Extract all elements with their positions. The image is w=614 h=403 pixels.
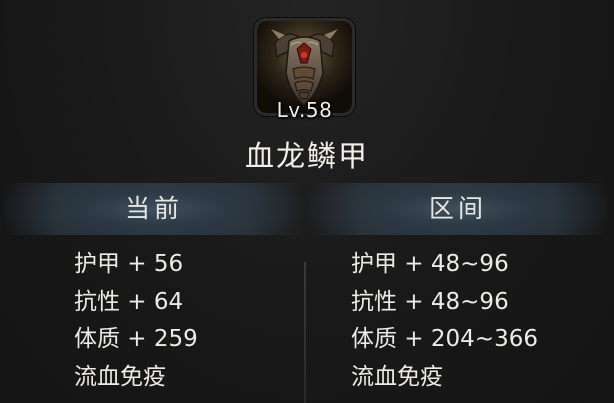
current-stat-armor: 护甲 + 56 <box>74 251 184 277</box>
current-stat-constitution: 体质 + 259 <box>74 326 198 352</box>
current-stat-resistance: 抗性 + 64 <box>74 288 184 315</box>
range-stat-constitution: 体质 + 204~366 <box>351 326 538 352</box>
range-stat-resistance: 抗性 + 48~96 <box>351 288 509 315</box>
current-stat-bleed-immunity: 流血免疫 <box>74 363 166 390</box>
range-stat-armor: 护甲 + 48~96 <box>351 251 509 277</box>
current-section-title: 当前 <box>124 194 183 223</box>
range-section-title: 区间 <box>428 194 487 223</box>
column-divider <box>304 262 306 403</box>
range-stat-list: 护甲 + 48~96 抗性 + 48~96 体质 + 204~366 流血免疫 <box>351 246 538 396</box>
range-section-header: 区间 <box>308 183 608 235</box>
range-stat-bleed-immunity: 流血免疫 <box>351 363 443 390</box>
current-section-header: 当前 <box>4 183 304 235</box>
item-name: 血龙鳞甲 <box>244 139 369 173</box>
current-stat-list: 护甲 + 56 抗性 + 64 体质 + 259 流血免疫 <box>74 246 198 396</box>
item-tooltip-panel: Lv.58 血龙鳞甲 当前 区间 护甲 + 56 抗性 + 64 体质 + 25… <box>0 0 614 403</box>
item-level: Lv.58 <box>276 98 333 122</box>
